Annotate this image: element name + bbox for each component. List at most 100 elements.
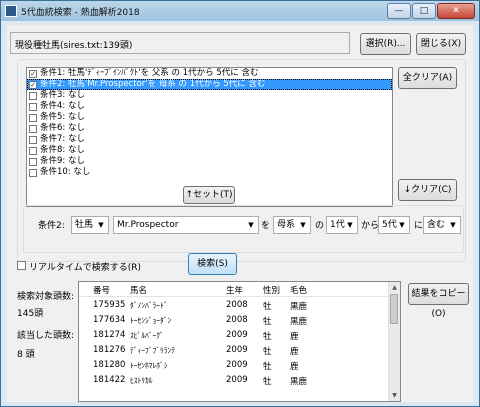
scroll-thumb[interactable] (390, 294, 398, 324)
cell-name: ﾃﾞｨｰﾌﾟﾌﾞﾘﾗﾝﾃ (130, 346, 175, 355)
to-gen-select[interactable]: 5代 ▼ (378, 216, 410, 234)
search-button[interactable]: 検索(S) (188, 253, 237, 275)
col-sex[interactable]: 性別 (263, 284, 280, 296)
chevron-down-icon: ▼ (399, 221, 405, 229)
chevron-down-icon: ▼ (347, 221, 353, 229)
cell-number: 181422 (93, 375, 126, 385)
scroll-up-icon[interactable]: ▲ (389, 282, 400, 293)
cell-number: 181274 (93, 330, 126, 340)
condition-checkbox[interactable] (29, 91, 37, 100)
condition-checkbox[interactable] (29, 146, 37, 155)
condition-label: 条件9: なし (40, 156, 85, 166)
table-row[interactable]: 177634 ﾄｰｾﾝｼﾞｮｰﾀﾞﾝ 2008 牡 黒鹿 (79, 312, 400, 327)
condition-label: 条件2: 牡馬'Mr.Prospector'を 母系 の 1代から 5代に 含む (40, 79, 266, 89)
condition-item[interactable]: 条件8: なし (27, 145, 392, 156)
minimize-button[interactable]: — (387, 3, 411, 19)
horse-select[interactable]: Mr.Prospector ▼ (113, 216, 259, 234)
all-clear-button[interactable]: 全クリア(A) (398, 67, 457, 89)
condition-label: 条件5: なし (40, 112, 85, 122)
cell-number: 177634 (93, 315, 126, 325)
condition-item[interactable]: 条件3: なし (27, 90, 392, 101)
wo-text: を (261, 221, 271, 231)
condition-item[interactable]: 条件5: なし (27, 112, 392, 123)
copy-results-button[interactable]: 結果をコピー(O) (408, 283, 469, 319)
cell-color: 鹿 (290, 362, 299, 372)
chevron-down-icon: ▼ (300, 221, 306, 229)
cell-color: 黒鹿 (290, 377, 308, 387)
maximize-button[interactable]: □ (412, 3, 436, 19)
sex-select[interactable]: 牡馬 ▼ (71, 216, 109, 234)
condition-label: 条件6: なし (40, 123, 85, 133)
condition-item[interactable]: 条件6: なし (27, 123, 392, 134)
condition-item[interactable]: ✓ 条件2: 牡馬'Mr.Prospector'を 母系 の 1代から 5代に 含… (27, 79, 392, 90)
close-window-button[interactable]: ✕ (437, 3, 475, 19)
cell-number: 181280 (93, 360, 126, 370)
ni-text: に (414, 221, 424, 231)
condition-item[interactable]: 条件4: なし (27, 101, 392, 112)
client-area: 現役種牡馬(sires.txt:139頭) 選択(R)... 閉じる(X) ✓ 条… (7, 25, 473, 402)
condition-item[interactable]: 条件9: なし (27, 156, 392, 167)
line-select[interactable]: 母系 ▼ (273, 216, 311, 234)
results-list[interactable]: 番号 馬名 生年 性別 毛色 175935 ﾀﾞﾉﾝﾊﾞﾗｰﾄﾞ 2008 牡黒鹿 17… (78, 281, 401, 402)
window-title: 5代血統検索 - 熱血解析2018 (21, 8, 140, 18)
mode-select-value: 含む (427, 220, 446, 230)
condition-checkbox[interactable] (29, 157, 37, 166)
cell-name: ﾀﾞﾉﾝﾊﾞﾗｰﾄﾞ (130, 301, 168, 310)
table-row[interactable]: 181276 ﾃﾞｨｰﾌﾟﾌﾞﾘﾗﾝﾃ 2009 牡 鹿 (79, 342, 400, 357)
condition-label: 条件4: なし (40, 101, 85, 111)
cell-name: ﾋｽﾄﾘｶﾙ (130, 376, 153, 385)
condition-checkbox[interactable]: ✓ (29, 69, 37, 78)
condition-label: 条件3: なし (40, 90, 85, 100)
condition-item[interactable]: 条件7: なし (27, 134, 392, 145)
cell-sex: 牡 (263, 347, 272, 357)
results-header: 番号 馬名 生年 性別 毛色 (79, 282, 400, 297)
horse-select-value: Mr.Prospector (117, 220, 179, 230)
close-button[interactable]: 閉じる(X) (416, 33, 466, 55)
sex-select-value: 牡馬 (75, 220, 94, 230)
cell-sex: 牡 (263, 302, 272, 312)
condition-checkbox[interactable] (29, 113, 37, 122)
set-button[interactable]: ↑セット(T) (183, 186, 235, 204)
chevron-down-icon: ▼ (98, 221, 104, 229)
table-row[interactable]: 181280 ﾄｰｾﾝﾎﾏﾚﾎﾞｼ 2009 牡 鹿 (79, 357, 400, 372)
condition-item[interactable]: 条件10: なし (27, 167, 392, 178)
col-color[interactable]: 毛色 (290, 284, 307, 296)
select-button[interactable]: 選択(R)... (360, 33, 411, 55)
results-scrollbar[interactable]: ▲ ▼ (388, 282, 400, 401)
condition-checkbox[interactable] (29, 102, 37, 111)
condition-checkbox[interactable] (29, 124, 37, 133)
cell-sex: 牡 (263, 332, 272, 342)
chevron-down-icon: ▼ (450, 221, 456, 229)
cell-color: 鹿 (290, 347, 299, 357)
condition-checkbox[interactable] (29, 168, 37, 177)
file-field: 現役種牡馬(sires.txt:139頭) (10, 32, 350, 54)
cell-color: 黒鹿 (290, 302, 308, 312)
table-row[interactable]: 175935 ﾀﾞﾉﾝﾊﾞﾗｰﾄﾞ 2008 牡 黒鹿 (79, 297, 400, 312)
condition-item[interactable]: ✓ 条件1: 牡馬'ﾃﾞｨｰﾌﾟｲﾝﾊﾟｸﾄ'を 父系 の 1代から 5代に 含む (27, 68, 392, 79)
col-number[interactable]: 番号 (93, 284, 110, 296)
cell-number: 175935 (93, 300, 126, 310)
realtime-checkbox[interactable] (17, 261, 26, 270)
cell-sex: 牡 (263, 362, 272, 372)
cell-color: 鹿 (290, 332, 299, 342)
cell-number: 181276 (93, 345, 126, 355)
condition-label: 条件7: なし (40, 134, 85, 144)
from-gen-select[interactable]: 1代 ▼ (326, 216, 358, 234)
cell-year: 2009 (226, 345, 248, 355)
title-bar[interactable]: 5代血統検索 - 熱血解析2018 — □ ✕ (1, 1, 479, 21)
col-name[interactable]: 馬名 (130, 284, 147, 296)
file-field-text: 現役種牡馬(sires.txt:139頭) (15, 41, 133, 51)
condition-checkbox[interactable]: ✓ (29, 80, 37, 89)
cell-name: ｽﾋﾟﾙﾊﾞｰｸﾞ (130, 331, 164, 340)
cell-year: 2009 (226, 330, 248, 340)
col-year[interactable]: 生年 (226, 284, 243, 296)
condition-checkbox[interactable] (29, 135, 37, 144)
kara-text: から (361, 221, 380, 231)
table-row[interactable]: 181422 ﾋｽﾄﾘｶﾙ 2009 牡 黒鹿 (79, 372, 400, 387)
cell-sex: 牡 (263, 317, 272, 327)
clear-button[interactable]: ↓クリア(C) (398, 179, 457, 201)
scroll-down-icon[interactable]: ▼ (389, 390, 400, 401)
table-row[interactable]: 181274 ｽﾋﾟﾙﾊﾞｰｸﾞ 2009 牡 鹿 (79, 327, 400, 342)
target-count-label: 検索対象頭数: (17, 292, 75, 302)
mode-select[interactable]: 含む ▼ (423, 216, 461, 234)
